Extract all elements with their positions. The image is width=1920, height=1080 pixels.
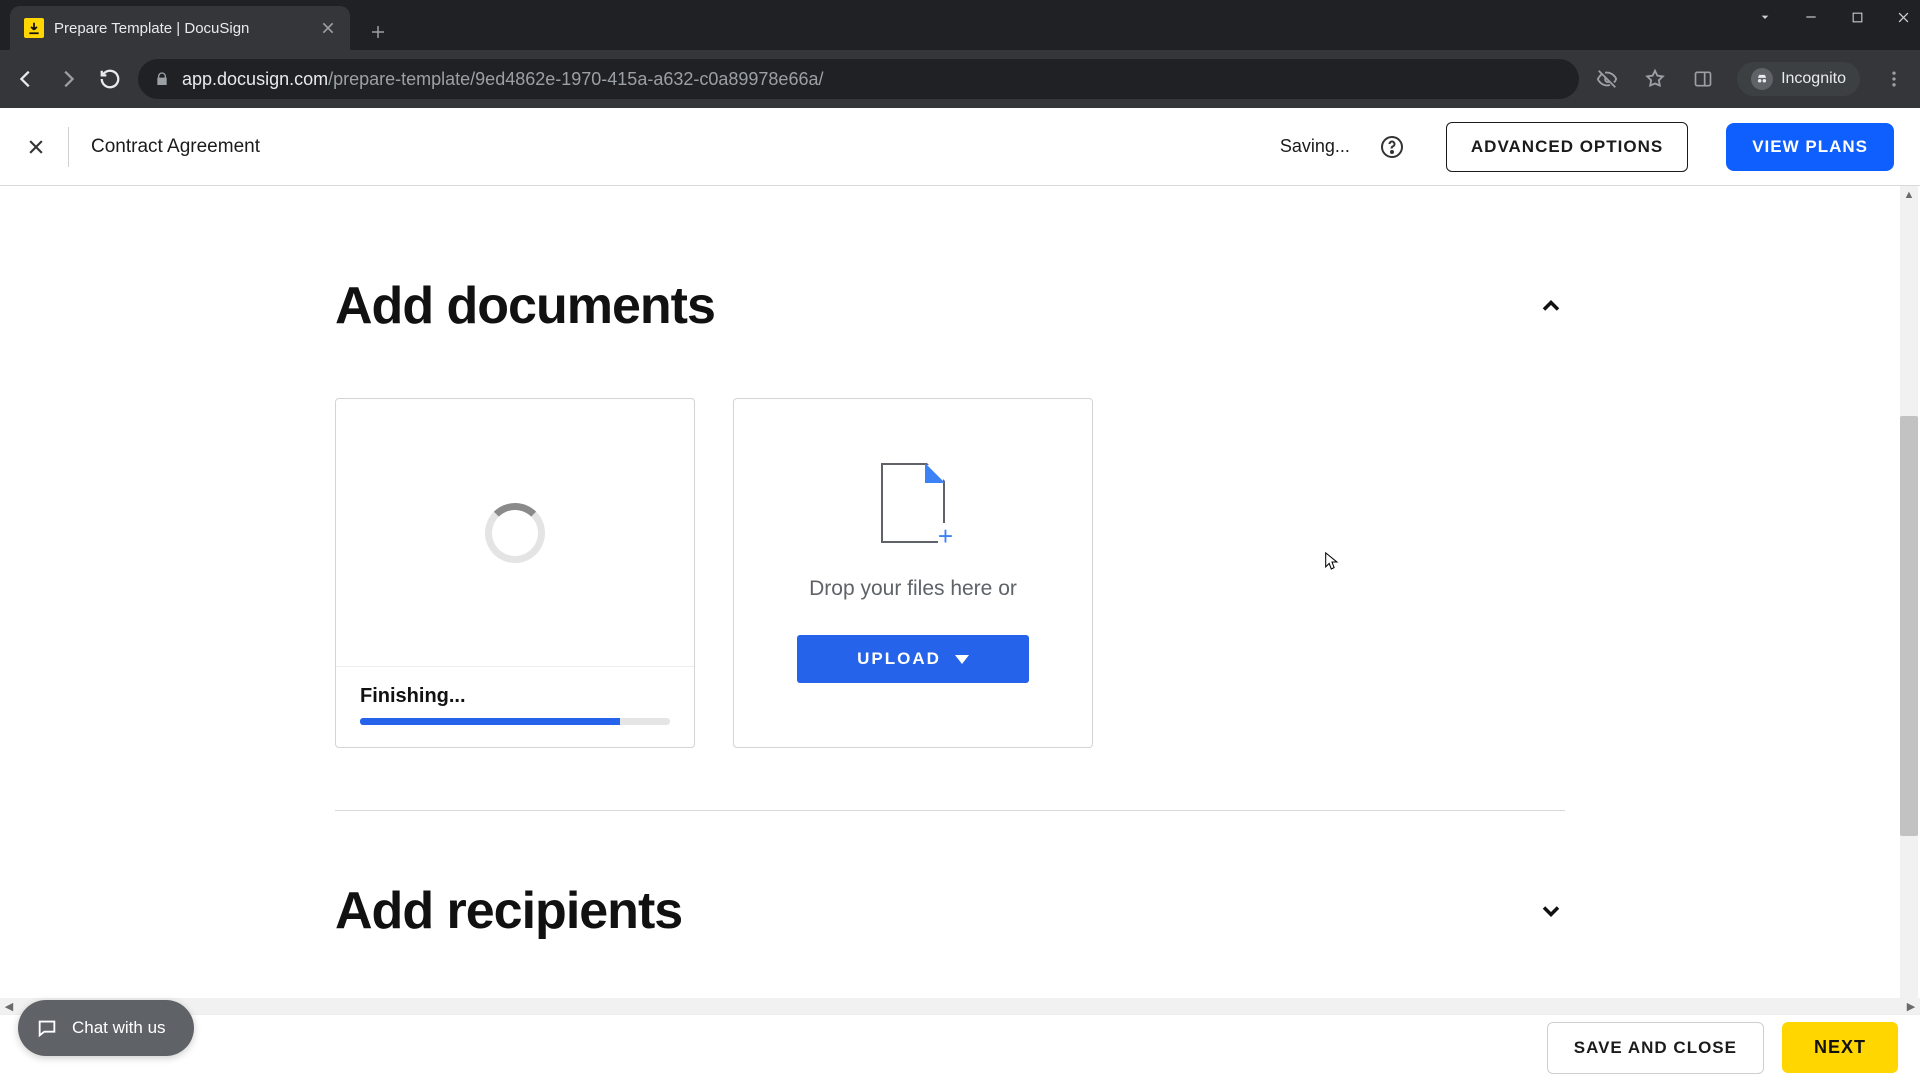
add-recipients-section: Add recipients: [335, 811, 1565, 941]
footer-bar: SAVE AND CLOSE NEXT: [0, 1014, 1920, 1080]
chevron-up-icon[interactable]: [1537, 292, 1565, 320]
forward-icon[interactable]: [54, 65, 82, 93]
save-and-close-button[interactable]: SAVE AND CLOSE: [1547, 1022, 1764, 1074]
uploading-document-card: Finishing...: [335, 398, 695, 748]
tab-search-icon[interactable]: [1756, 8, 1774, 26]
upload-dropzone-card[interactable]: + Drop your files here or UPLOAD: [733, 398, 1093, 748]
upload-progress-fill: [360, 718, 620, 725]
address-bar[interactable]: app.docusign.com/prepare-template/9ed486…: [138, 59, 1579, 99]
dropzone-text: Drop your files here or: [809, 577, 1017, 601]
eye-off-icon[interactable]: [1593, 65, 1621, 93]
upload-status-row: Finishing...: [336, 667, 694, 747]
app-header: Contract Agreement Saving... ADVANCED OP…: [0, 108, 1920, 186]
incognito-icon: [1751, 68, 1773, 90]
advanced-options-button[interactable]: ADVANCED OPTIONS: [1446, 122, 1688, 172]
header-divider: [68, 127, 69, 167]
kebab-menu-icon[interactable]: [1880, 65, 1908, 93]
docusign-favicon: [24, 18, 44, 38]
loading-spinner-icon: [485, 503, 545, 563]
view-plans-button[interactable]: VIEW PLANS: [1726, 123, 1894, 171]
close-tab-icon[interactable]: [320, 20, 336, 36]
document-cards: Finishing... + Drop your files here or: [335, 398, 1565, 748]
new-tab-button[interactable]: [360, 14, 396, 50]
add-documents-header[interactable]: Add documents: [335, 186, 1565, 336]
add-recipients-header[interactable]: Add recipients: [335, 811, 1565, 941]
upload-status-label: Finishing...: [360, 685, 670, 708]
upload-button-label: UPLOAD: [857, 649, 941, 669]
content-wrap: ▲ Add documents Finishing...: [0, 186, 1920, 998]
back-icon[interactable]: [12, 65, 40, 93]
reload-icon[interactable]: [96, 65, 124, 93]
star-icon[interactable]: [1641, 65, 1669, 93]
add-recipients-title: Add recipients: [335, 881, 682, 941]
toolbar-right-icons: Incognito: [1593, 62, 1908, 96]
upload-button[interactable]: UPLOAD: [797, 635, 1029, 683]
incognito-badge[interactable]: Incognito: [1737, 62, 1860, 96]
hscroll-right-icon[interactable]: ▶: [1902, 998, 1920, 1014]
help-icon[interactable]: [1380, 135, 1404, 159]
close-editor-icon[interactable]: [26, 137, 46, 157]
window-close-icon[interactable]: [1894, 8, 1912, 26]
tab-title: Prepare Template | DocuSign: [54, 20, 310, 37]
chevron-down-icon[interactable]: [1537, 897, 1565, 925]
minimize-icon[interactable]: [1802, 8, 1820, 26]
add-documents-section: Add documents Finishing...: [335, 186, 1565, 811]
document-title: Contract Agreement: [91, 136, 260, 158]
document-add-icon: +: [881, 463, 945, 543]
add-documents-title: Add documents: [335, 276, 715, 336]
spinner-area: [336, 399, 694, 667]
url-text: app.docusign.com/prepare-template/9ed486…: [182, 69, 823, 90]
next-button[interactable]: NEXT: [1782, 1022, 1898, 1073]
upload-progress-bar: [360, 718, 670, 725]
incognito-label: Incognito: [1781, 70, 1846, 88]
browser-chrome: Prepare Template | DocuSign app.docusign…: [0, 0, 1920, 108]
window-controls: [1756, 8, 1912, 26]
lock-icon: [154, 71, 170, 87]
horizontal-scrollbar[interactable]: ◀ ▶: [0, 998, 1920, 1014]
saving-status: Saving...: [1280, 136, 1350, 157]
scrollbar-up-icon[interactable]: ▲: [1900, 186, 1918, 204]
scrollbar-thumb[interactable]: [1900, 416, 1918, 836]
chat-label: Chat with us: [72, 1018, 166, 1038]
tab-strip: Prepare Template | DocuSign: [0, 0, 1920, 50]
maximize-icon[interactable]: [1848, 8, 1866, 26]
hscroll-left-icon[interactable]: ◀: [0, 998, 18, 1014]
address-row: app.docusign.com/prepare-template/9ed486…: [0, 50, 1920, 108]
caret-down-icon: [955, 655, 969, 664]
panel-icon[interactable]: [1689, 65, 1717, 93]
chat-widget[interactable]: Chat with us: [18, 1000, 194, 1056]
browser-tab[interactable]: Prepare Template | DocuSign: [10, 6, 350, 50]
chat-bubble-icon: [36, 1017, 58, 1039]
